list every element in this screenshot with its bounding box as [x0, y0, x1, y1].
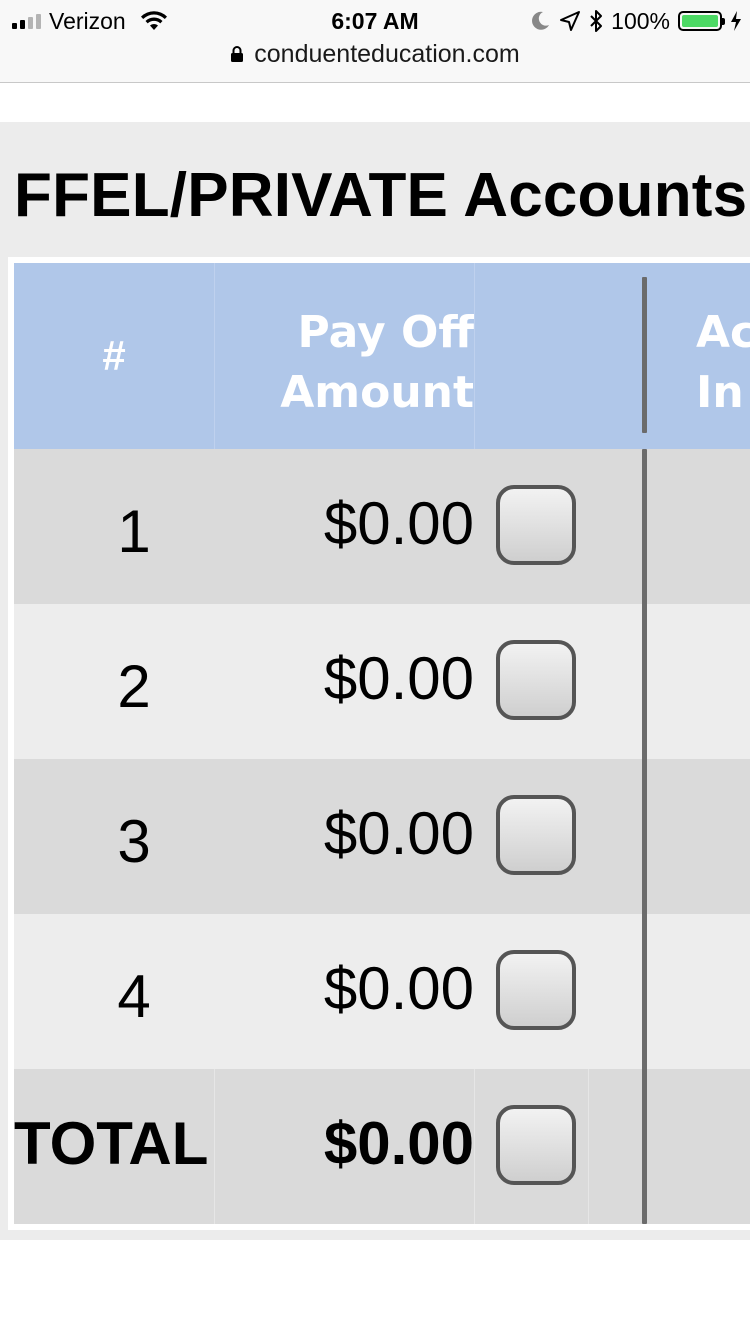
total-amount: $0.00	[323, 1110, 474, 1177]
column-header-payoff[interactable]: Pay Off Amount	[269, 303, 474, 423]
url-text: conduenteducation.com	[254, 39, 520, 68]
row-select-checkbox[interactable]	[496, 640, 576, 720]
row-select-checkbox[interactable]	[496, 485, 576, 565]
total-row: TOTAL $0.00	[14, 1069, 750, 1224]
battery-percent: 100%	[611, 7, 670, 34]
row-select-checkbox[interactable]	[496, 950, 576, 1030]
table-row: 4 $0.00	[14, 914, 750, 1069]
payoff-amount: $0.00	[323, 955, 474, 1022]
accounts-table: # Pay Off Amount Ac In 1 $0.00 2 $0.00 3…	[8, 257, 750, 1230]
row-number: 3	[117, 808, 151, 875]
row-number: 4	[117, 963, 151, 1030]
payoff-amount: $0.00	[323, 645, 474, 712]
lock-icon	[231, 46, 244, 62]
moon-icon	[532, 11, 550, 30]
status-bar: Verizon 6:07 AM 100% conduenteducation.c…	[0, 0, 750, 83]
payoff-amount: $0.00	[323, 800, 474, 867]
table-row: 2 $0.00	[14, 604, 750, 759]
column-divider	[642, 277, 647, 433]
battery-icon	[678, 11, 725, 31]
column-header-next-line2: In	[696, 367, 744, 418]
payoff-amount: $0.00	[323, 490, 474, 557]
charging-bolt-icon	[731, 11, 741, 31]
address-bar[interactable]: conduenteducation.com	[0, 38, 750, 70]
column-header-payoff-line1: Pay Off	[297, 307, 474, 358]
status-indicators: 100%	[529, 6, 742, 36]
table-header: # Pay Off Amount Ac In	[14, 263, 750, 449]
select-all-checkbox[interactable]	[496, 1105, 576, 1185]
column-header-next-line1: Ac	[696, 307, 750, 358]
column-header-number: #	[102, 332, 126, 379]
row-number: 1	[117, 498, 151, 565]
accounts-panel: FFEL/PRIVATE Accounts # Pay Off Amount A…	[0, 122, 750, 1240]
bluetooth-icon	[590, 10, 603, 32]
row-select-checkbox[interactable]	[496, 795, 576, 875]
table-row: 1 $0.00	[14, 449, 750, 604]
column-header-payoff-line2: Amount	[280, 367, 474, 418]
total-label: TOTAL	[14, 1110, 209, 1177]
page-title: FFEL/PRIVATE Accounts	[14, 161, 748, 230]
row-number: 2	[117, 653, 151, 720]
column-divider	[642, 449, 647, 1224]
location-arrow-icon	[560, 11, 581, 31]
table-row: 3 $0.00	[14, 759, 750, 914]
column-header-next-truncated: Ac In	[696, 303, 750, 423]
